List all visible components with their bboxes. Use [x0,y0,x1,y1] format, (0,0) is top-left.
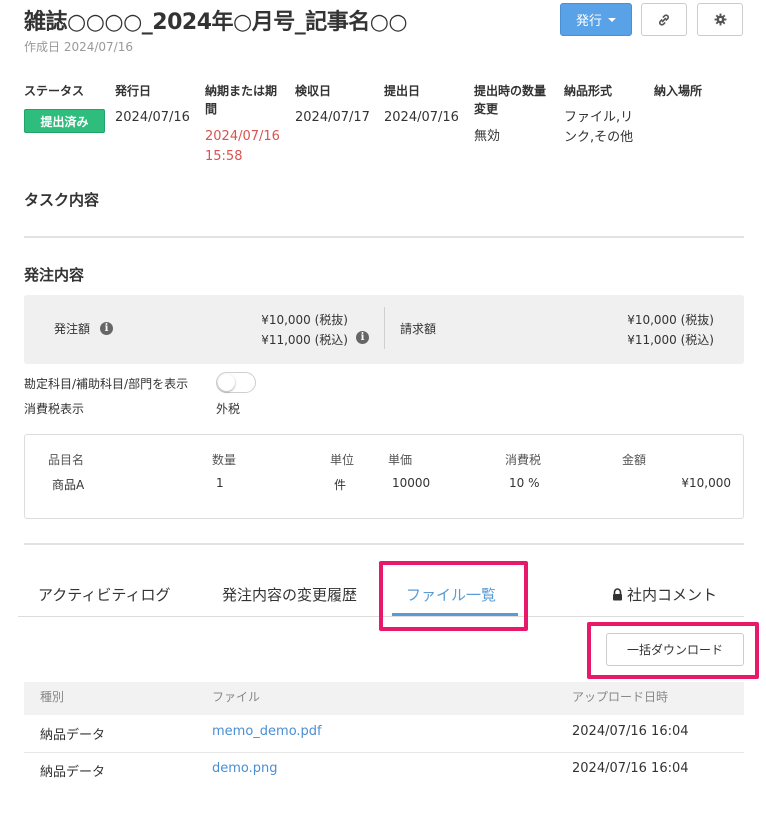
highlight-box-files-tab [379,561,528,631]
items-header-qty: 数量 [212,453,237,467]
divider [24,236,744,238]
qty-change-label: 提出時の数量 変更 [474,82,546,118]
issue-button[interactable]: 発行 [560,3,632,36]
order-amount-label-wrap: 発注額 i [54,320,114,337]
inspection-date-label: 検収日 [295,84,332,98]
item-price: 10000 [392,476,431,490]
gear-icon [714,13,726,26]
tax-display-value: 外税 [216,402,241,416]
invoice-amount-incl: ¥11,000 (税込) [627,333,714,347]
items-header-amount: 金額 [622,453,647,467]
status-label: ステータス [24,84,85,98]
order-amount-incl: ¥11,000 (税込) [261,333,348,347]
deadline-label: 納期または期 間 [205,82,277,118]
tab-internal-comment-label: 社内コメント [627,586,718,604]
file-link[interactable]: demo.png [212,761,278,776]
issue-date-value: 2024/07/16 [115,110,190,125]
submit-date-value: 2024/07/16 [384,110,459,125]
files-header-uploaded: アップロード日時 [572,690,669,704]
items-header-tax: 消費税 [505,453,542,467]
lock-icon [613,588,622,601]
status-badge: 提出済み [24,109,105,133]
submit-date-label: 提出日 [384,84,421,98]
items-table [24,434,744,519]
item-amount: ¥10,000 [681,476,731,490]
items-header-unit: 単位 [330,453,355,467]
row-divider [24,752,744,753]
delivery-format-label: 納品形式 [564,84,613,98]
deadline-label-line2: 間 [205,102,218,116]
order-amount-values: ¥10,000 (税抜) ¥11,000 (税込) [244,310,348,350]
task-section-title: タスク内容 [24,191,100,209]
deadline-label-line1: 納期または期 [205,84,278,98]
delivery-place-label: 納入場所 [654,84,703,98]
item-name: 商品A [52,478,85,492]
deadline-value: 2024/07/16 15:58 [205,127,280,167]
delivery-format-line2: ンク,その他 [564,130,634,145]
copy-link-button[interactable] [641,3,687,36]
order-amount-label: 発注額 [54,322,91,336]
invoice-amount-values: ¥10,000 (税抜) ¥11,000 (税込) [604,310,714,350]
item-tax: 10 % [509,476,540,490]
tab-activity-log[interactable]: アクティビティログ [38,584,170,605]
tab-change-history[interactable]: 発注内容の変更履歴 [222,584,357,605]
delivery-format-line1: ファイル,リ [564,110,634,125]
bulk-download-button[interactable]: 一括ダウンロード [606,633,744,666]
files-header-file: ファイル [212,690,261,704]
file-type: 納品データ [40,728,106,743]
files-header-type: 種別 [40,690,65,704]
tab-internal-comment[interactable]: 社内コメント [612,584,717,605]
invoice-amount-label: 請求額 [400,322,437,336]
qty-change-label-line1: 提出時の数量 [474,84,547,98]
page-title: 雑誌○○○○_2024年○月号_記事名○○ [24,10,408,35]
deadline-date: 2024/07/16 [205,129,280,144]
order-amount-excl: ¥10,000 (税抜) [261,313,348,327]
file-link[interactable]: memo_demo.pdf [212,724,322,739]
file-uploaded-at: 2024/07/16 16:04 [572,761,689,776]
delivery-format-value: ファイル,リ ンク,その他 [564,108,633,148]
qty-change-label-line2: 変更 [474,102,499,116]
items-header-price: 単価 [388,453,413,467]
invoice-amount-excl: ¥10,000 (税抜) [627,313,714,327]
info-icon[interactable]: i [100,322,114,335]
item-unit: 件 [334,478,347,492]
file-type: 納品データ [40,765,106,780]
items-header-name: 品目名 [48,453,85,467]
issue-button-label: 発行 [575,14,602,29]
settings-button[interactable] [697,3,743,36]
inspection-date-value: 2024/07/17 [295,110,370,125]
info-icon[interactable]: i [356,331,369,344]
caret-down-icon [608,17,616,22]
file-uploaded-at: 2024/07/16 16:04 [572,724,689,739]
created-date: 作成日 2024/07/16 [24,40,133,54]
toggle-knob [218,374,235,391]
divider [24,543,744,545]
order-section-title: 発注内容 [24,266,85,284]
show-accounts-toggle[interactable] [216,372,256,393]
deadline-time: 15:58 [205,149,243,164]
item-qty: 1 [216,476,224,490]
tax-display-label: 消費税表示 [24,402,85,416]
issue-date-label: 発行日 [115,84,152,98]
qty-change-value: 無効 [474,129,501,144]
show-accounts-label: 勘定科目/補助科目/部門を表示 [24,377,189,391]
link-icon [659,13,669,26]
vertical-divider [384,307,385,349]
